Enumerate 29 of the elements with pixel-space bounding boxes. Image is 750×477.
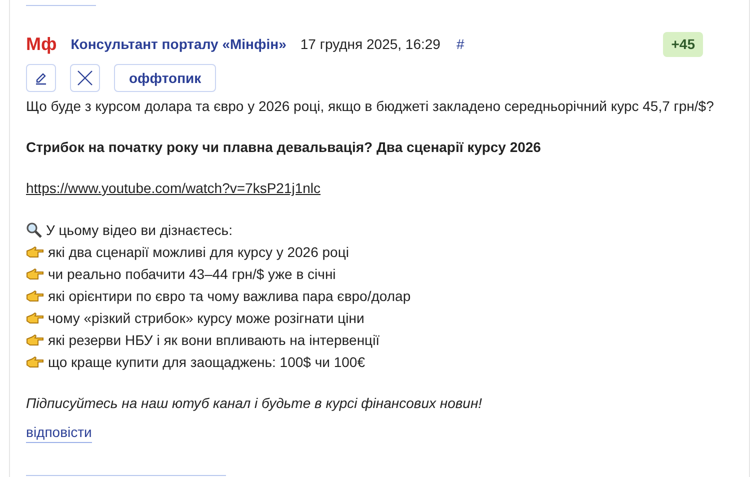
magnifier-icon	[26, 222, 42, 238]
list-item: чи реально побачити 43–44 грн/$ уже в січні	[48, 264, 336, 284]
author-link[interactable]: Консультант порталу «Мінфін»	[70, 34, 286, 54]
pointing-hand-icon	[26, 268, 44, 280]
edit-button[interactable]	[26, 64, 56, 92]
reply-link[interactable]: відповісти	[26, 424, 92, 443]
logo: Мф	[26, 32, 57, 56]
list-intro: У цьому відео ви дізнаєтесь:	[46, 220, 232, 240]
pointing-hand-icon	[26, 312, 44, 324]
pointing-hand-icon	[26, 290, 44, 302]
list-item: які два сценарії можливі для курсу у 2026 році	[48, 242, 349, 262]
post-heading: Стрибок на початку року чи плавна девальвація? Два сценарії курсу 2026	[26, 138, 542, 157]
list-item: що краще купити для заощаджень: 100$ чи 100€	[48, 352, 365, 372]
close-icon	[77, 70, 93, 86]
list-item: чому «різкий стрибок» курсу може розігнати ціни	[48, 308, 364, 328]
score-badge: +45	[663, 32, 703, 56]
post-text: Що буде з курсом долара та євро у 2026 році, якщо в бюджеті закладено середньорічний курс 45,7 грн/$?	[26, 97, 715, 116]
pointing-hand-icon	[26, 356, 44, 368]
post-date: 17 грудня 2025, 16:29	[300, 34, 440, 54]
pointing-hand-icon	[26, 246, 44, 258]
pencil-icon	[34, 71, 48, 85]
list-item: які орієнтири по євро та чому важлива пара євро/долар	[48, 286, 411, 306]
post-closing: Підписуйтесь на наш ютуб канал і будьте в курсі фінансових новин!	[26, 394, 484, 413]
video-link[interactable]: https://www.youtube.com/watch?v=7ksP21j1nlc	[26, 180, 321, 196]
anchor-link[interactable]: #	[456, 34, 464, 54]
list-item: які резерви НБУ і як вони впливають на інтервенції	[48, 330, 380, 350]
pointing-hand-icon	[26, 334, 44, 346]
close-button[interactable]	[70, 64, 100, 92]
offtopic-button[interactable]: оффтопик	[114, 64, 216, 92]
